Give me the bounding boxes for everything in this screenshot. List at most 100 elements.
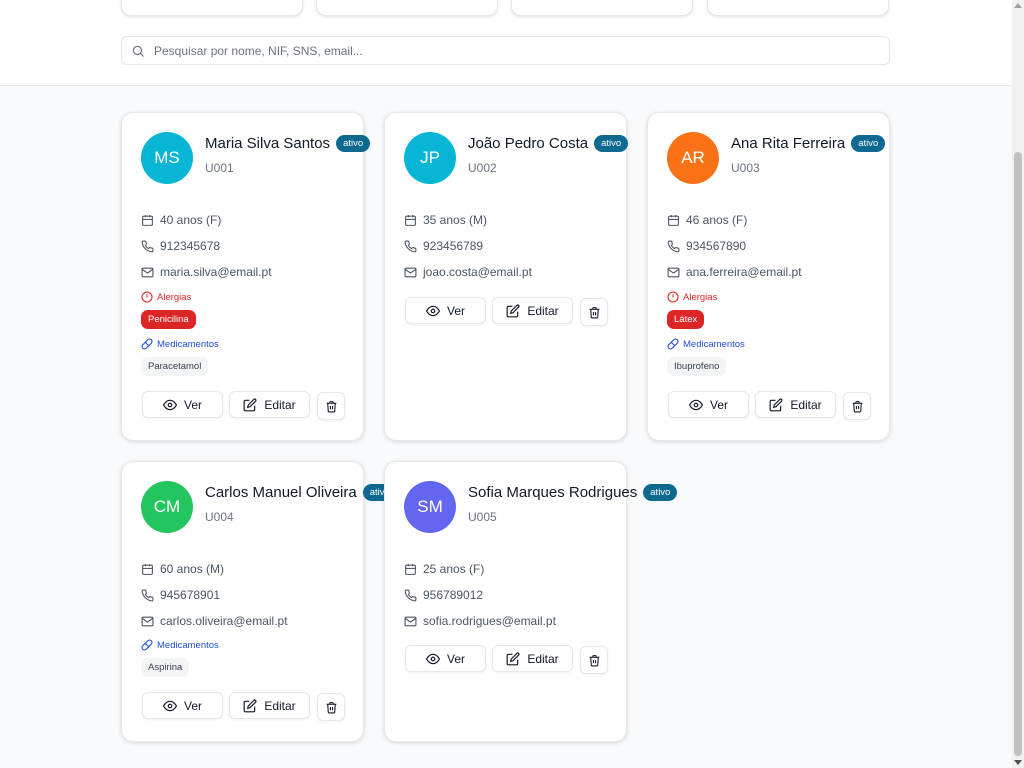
age-text: 40 anos (F) <box>160 213 222 227</box>
age-row: 60 anos (M) <box>141 562 224 576</box>
mail-icon <box>141 616 154 626</box>
patient-id: U003 <box>731 161 760 175</box>
phone-text: 934567890 <box>686 239 747 253</box>
patient-id: U004 <box>205 510 234 524</box>
email-text: carlos.oliveira@email.pt <box>160 614 288 628</box>
pill-icon <box>141 639 153 651</box>
edit-icon <box>506 304 520 317</box>
scroll-up-arrow-icon[interactable] <box>1014 3 1022 8</box>
scrollbar[interactable] <box>1012 0 1024 768</box>
edit-icon <box>506 652 520 665</box>
edit-icon <box>243 699 257 712</box>
phone-icon <box>141 589 154 601</box>
phone-text: 956789012 <box>423 588 484 602</box>
view-button[interactable]: Ver <box>405 297 486 324</box>
email-row: carlos.oliveira@email.pt <box>141 614 288 628</box>
medication-chip: Aspirina <box>141 658 190 677</box>
age-row: 46 anos (F) <box>667 213 747 227</box>
patient-card: MS Maria Silva Santos ativo U001 40 anos … <box>121 112 371 441</box>
edit-icon <box>243 398 257 411</box>
calendar-icon <box>142 214 153 226</box>
view-button[interactable]: Ver <box>142 391 223 418</box>
delete-button[interactable] <box>580 298 608 326</box>
delete-button[interactable] <box>580 646 608 674</box>
stat-card <box>707 0 889 16</box>
trash-icon <box>326 701 336 713</box>
patient-name-text: Carlos Manuel Oliveira <box>205 484 357 501</box>
medications-label-text: Medicamentos <box>157 338 219 350</box>
stat-card <box>121 0 303 16</box>
view-button-label: Ver <box>446 303 465 318</box>
patient-id: U005 <box>468 510 497 524</box>
phone-text: 912345678 <box>160 239 221 253</box>
calendar-icon <box>405 214 416 226</box>
edit-button[interactable]: Editar <box>229 692 310 719</box>
allergies-label-text: Alergias <box>157 291 192 303</box>
edit-button[interactable]: Editar <box>229 391 310 418</box>
stat-card <box>511 0 693 16</box>
view-button-label: Ver <box>183 397 202 412</box>
view-button[interactable]: Ver <box>405 645 486 672</box>
pill-icon <box>141 338 153 350</box>
phone-icon <box>404 589 417 601</box>
patient-name-text: Ana Rita Ferreira <box>731 135 846 152</box>
search-icon <box>132 45 144 57</box>
age-row: 35 anos (M) <box>404 213 487 227</box>
medications-label: Medicamentos <box>141 639 219 651</box>
delete-button[interactable] <box>317 392 345 420</box>
medication-chip: Paracetamol <box>141 357 209 376</box>
stat-card <box>316 0 498 16</box>
trash-icon <box>589 654 599 666</box>
avatar: MS <box>141 132 193 184</box>
email-row: sofia.rodrigues@email.pt <box>404 614 556 628</box>
alert-circle-icon <box>667 291 679 303</box>
eye-icon <box>162 700 177 711</box>
email-text: ana.ferreira@email.pt <box>686 265 802 279</box>
view-button-label: Ver <box>183 698 202 713</box>
trash-icon <box>589 306 599 318</box>
delete-button[interactable] <box>843 392 871 420</box>
email-row: maria.silva@email.pt <box>141 265 272 279</box>
delete-button[interactable] <box>317 693 345 721</box>
phone-row: 923456789 <box>404 239 483 253</box>
phone-icon <box>404 240 417 252</box>
patient-name-text: Sofia Marques Rodrigues <box>468 484 638 501</box>
edit-button[interactable]: Editar <box>492 645 573 672</box>
allergy-chip: Látex <box>667 310 705 329</box>
patient-name-text: João Pedro Costa <box>468 135 589 152</box>
phone-row: 945678901 <box>141 588 220 602</box>
patient-id: U002 <box>468 161 497 175</box>
calendar-icon <box>142 563 153 575</box>
view-button[interactable]: Ver <box>142 692 223 719</box>
scrollbar-thumb[interactable] <box>1014 152 1022 756</box>
patient-name: Sofia Marques Rodrigues ativo <box>468 484 678 501</box>
search-input[interactable] <box>154 43 889 58</box>
edit-button[interactable]: Editar <box>492 297 573 324</box>
mail-icon <box>141 267 154 277</box>
view-button[interactable]: Ver <box>668 391 749 418</box>
patient-card: CM Carlos Manuel Oliveira ativo U004 60 a… <box>121 461 397 742</box>
age-text: 46 anos (F) <box>686 213 748 227</box>
avatar: JP <box>404 132 456 184</box>
edit-button-label: Editar <box>527 303 559 318</box>
medications-label: Medicamentos <box>667 338 745 350</box>
edit-button[interactable]: Editar <box>755 391 836 418</box>
phone-icon <box>667 240 680 252</box>
search-bar[interactable] <box>121 36 890 65</box>
email-row: joao.costa@email.pt <box>404 265 532 279</box>
edit-button-label: Editar <box>264 397 296 412</box>
view-button-label: Ver <box>446 651 465 666</box>
edit-button-label: Editar <box>527 651 559 666</box>
age-text: 35 anos (M) <box>423 213 488 227</box>
allergies-label-text: Alergias <box>683 291 718 303</box>
phone-row: 934567890 <box>667 239 746 253</box>
calendar-icon <box>405 563 416 575</box>
phone-icon <box>141 240 154 252</box>
age-row: 25 anos (F) <box>404 562 484 576</box>
eye-icon <box>688 399 703 410</box>
age-text: 25 anos (F) <box>423 562 485 576</box>
alert-circle-icon <box>141 291 153 303</box>
scroll-down-arrow-icon[interactable] <box>1014 760 1022 765</box>
email-row: ana.ferreira@email.pt <box>667 265 802 279</box>
medication-chip: Ibuprofeno <box>667 357 727 376</box>
